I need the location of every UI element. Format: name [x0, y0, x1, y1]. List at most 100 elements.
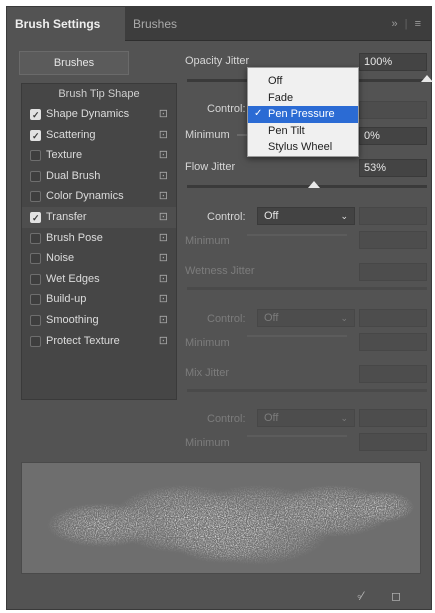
- brushes-button[interactable]: Brushes: [19, 51, 129, 75]
- flow-jitter-field[interactable]: 53%: [359, 159, 427, 177]
- lock-icon[interactable]: ⊡: [159, 289, 168, 310]
- list-item-brush-tip-shape[interactable]: Brush Tip Shape: [22, 84, 176, 104]
- checkbox[interactable]: [30, 273, 41, 285]
- control-dropdown-menu: Off Fade ✓ Pen Pressure Pen Tilt Stylus Wheel: [247, 67, 359, 157]
- list-item[interactable]: Wet Edges ⊡: [22, 269, 176, 290]
- opacity-jitter-label: Opacity Jitter: [185, 55, 250, 67]
- list-item[interactable]: Shape Dynamics ⊡: [22, 104, 176, 126]
- flow-control-value: Off: [264, 210, 279, 222]
- eye-icon[interactable]: ◦⁄: [357, 589, 363, 603]
- lock-icon[interactable]: ⊡: [159, 166, 168, 187]
- menu-item-label: Pen Pressure: [268, 108, 335, 120]
- checkbox[interactable]: [30, 105, 41, 126]
- list-item[interactable]: Scattering ⊡: [22, 125, 176, 146]
- list-item-label: Wet Edges: [46, 272, 100, 285]
- new-brush-icon[interactable]: ◻: [391, 589, 401, 603]
- flow-minimum-field[interactable]: [359, 231, 427, 249]
- checkbox[interactable]: [30, 208, 41, 229]
- list-item[interactable]: Transfer ⊡: [22, 206, 176, 229]
- list-item-label: Brush Pose: [46, 231, 103, 244]
- lock-icon[interactable]: ⊡: [159, 228, 168, 249]
- opacity-minimum-field[interactable]: 0%: [359, 127, 427, 145]
- list-item-label: Dual Brush: [46, 169, 101, 182]
- list-item[interactable]: Texture ⊡: [22, 145, 176, 166]
- checkbox[interactable]: [30, 294, 41, 306]
- lock-icon[interactable]: ⊡: [159, 310, 168, 331]
- double-chevron-right-icon[interactable]: »: [391, 18, 397, 30]
- menu-item[interactable]: Off: [248, 73, 358, 90]
- wetness-control-side-field: [359, 309, 427, 327]
- mix-jitter-slider[interactable]: [187, 389, 427, 392]
- wetness-control-label: Control:: [207, 313, 246, 325]
- menu-item[interactable]: Pen Tilt: [248, 123, 358, 140]
- list-item[interactable]: Protect Texture ⊡: [22, 331, 176, 352]
- brush-options-list: Brush Tip Shape Shape Dynamics⊡Scatterin…: [21, 83, 177, 400]
- wetness-control-select[interactable]: Off ⌄: [257, 309, 355, 327]
- list-item-label: Transfer: [46, 210, 87, 223]
- menu-item[interactable]: ✓ Pen Pressure: [248, 106, 358, 123]
- checkbox[interactable]: [30, 191, 41, 203]
- wetness-jitter-label: Wetness Jitter: [185, 265, 255, 277]
- opacity-control-side-field: [359, 101, 427, 119]
- lock-icon[interactable]: ⊡: [159, 269, 168, 290]
- wetness-jitter-field[interactable]: [359, 263, 427, 281]
- lock-icon[interactable]: ⊡: [159, 186, 168, 207]
- opacity-jitter-field[interactable]: 100%: [359, 53, 427, 71]
- checkbox[interactable]: [30, 170, 41, 182]
- lock-icon[interactable]: ⊡: [159, 145, 168, 166]
- tab-brush-settings[interactable]: Brush Settings: [7, 7, 125, 41]
- mix-control-select[interactable]: Off ⌄: [257, 409, 355, 427]
- menu-item-label: Stylus Wheel: [268, 141, 333, 153]
- list-item[interactable]: Brush Pose ⊡: [22, 228, 176, 249]
- list-item[interactable]: Color Dynamics ⊡: [22, 186, 176, 207]
- checkbox[interactable]: [30, 253, 41, 265]
- mix-minimum-field[interactable]: [359, 433, 427, 451]
- list-item-label: Shape Dynamics: [46, 108, 130, 120]
- wetness-minimum-label: Minimum: [185, 337, 230, 349]
- checkbox[interactable]: [30, 335, 41, 347]
- mix-jitter-field[interactable]: [359, 365, 427, 383]
- flow-jitter-label: Flow Jitter: [185, 161, 236, 173]
- menu-icon[interactable]: ≡: [415, 18, 421, 30]
- flow-control-side-field: [359, 207, 427, 225]
- checkbox[interactable]: [30, 232, 41, 244]
- mix-minimum-slider[interactable]: [247, 435, 347, 437]
- list-item[interactable]: Smoothing ⊡: [22, 310, 176, 331]
- list-item-label: Protect Texture: [46, 334, 120, 347]
- bottom-toolbar: ◦⁄ ◻: [7, 585, 431, 609]
- chevron-down-icon: ⌄: [340, 313, 348, 323]
- list-item[interactable]: Dual Brush ⊡: [22, 166, 176, 187]
- wetness-minimum-slider[interactable]: [247, 335, 347, 337]
- chevron-down-icon: ⌄: [340, 413, 348, 423]
- menu-item-label: Pen Tilt: [268, 124, 305, 137]
- tab-brushes[interactable]: Brushes: [125, 7, 185, 41]
- menu-item[interactable]: Fade: [248, 90, 358, 107]
- wetness-minimum-field[interactable]: [359, 333, 427, 351]
- brush-settings-panel: Brush Settings Brushes » | ≡ Brushes Bru…: [6, 6, 433, 610]
- list-item-label: Texture: [46, 149, 83, 162]
- wetness-jitter-slider[interactable]: [187, 287, 427, 290]
- opacity-minimum-label: Minimum: [185, 129, 230, 141]
- lock-icon[interactable]: ⊡: [159, 207, 168, 228]
- flow-minimum-slider[interactable]: [247, 234, 347, 236]
- flow-jitter-slider-thumb[interactable]: [308, 181, 321, 188]
- list-item[interactable]: Noise ⊡: [22, 248, 176, 269]
- menu-item[interactable]: Stylus Wheel: [248, 139, 358, 156]
- opacity-jitter-slider-thumb[interactable]: [421, 75, 433, 82]
- wetness-control-value: Off: [264, 312, 279, 324]
- flow-control-select[interactable]: Off ⌄: [257, 207, 355, 225]
- flow-jitter-slider[interactable]: [187, 185, 427, 188]
- mix-minimum-label: Minimum: [185, 437, 230, 449]
- checkbox[interactable]: [30, 150, 41, 162]
- list-item-label: Build-up: [46, 293, 87, 306]
- lock-icon[interactable]: ⊡: [159, 248, 168, 269]
- brush-stroke-preview-image: [47, 485, 414, 565]
- list-item[interactable]: Build-up ⊡: [22, 289, 176, 310]
- lock-icon[interactable]: ⊡: [159, 125, 168, 146]
- lock-icon[interactable]: ⊡: [159, 331, 168, 352]
- list-item-label: Color Dynamics: [46, 190, 124, 203]
- checkbox[interactable]: [30, 126, 41, 146]
- checkbox[interactable]: [30, 314, 41, 326]
- list-item-label: Noise: [46, 252, 75, 265]
- lock-icon[interactable]: ⊡: [159, 104, 168, 125]
